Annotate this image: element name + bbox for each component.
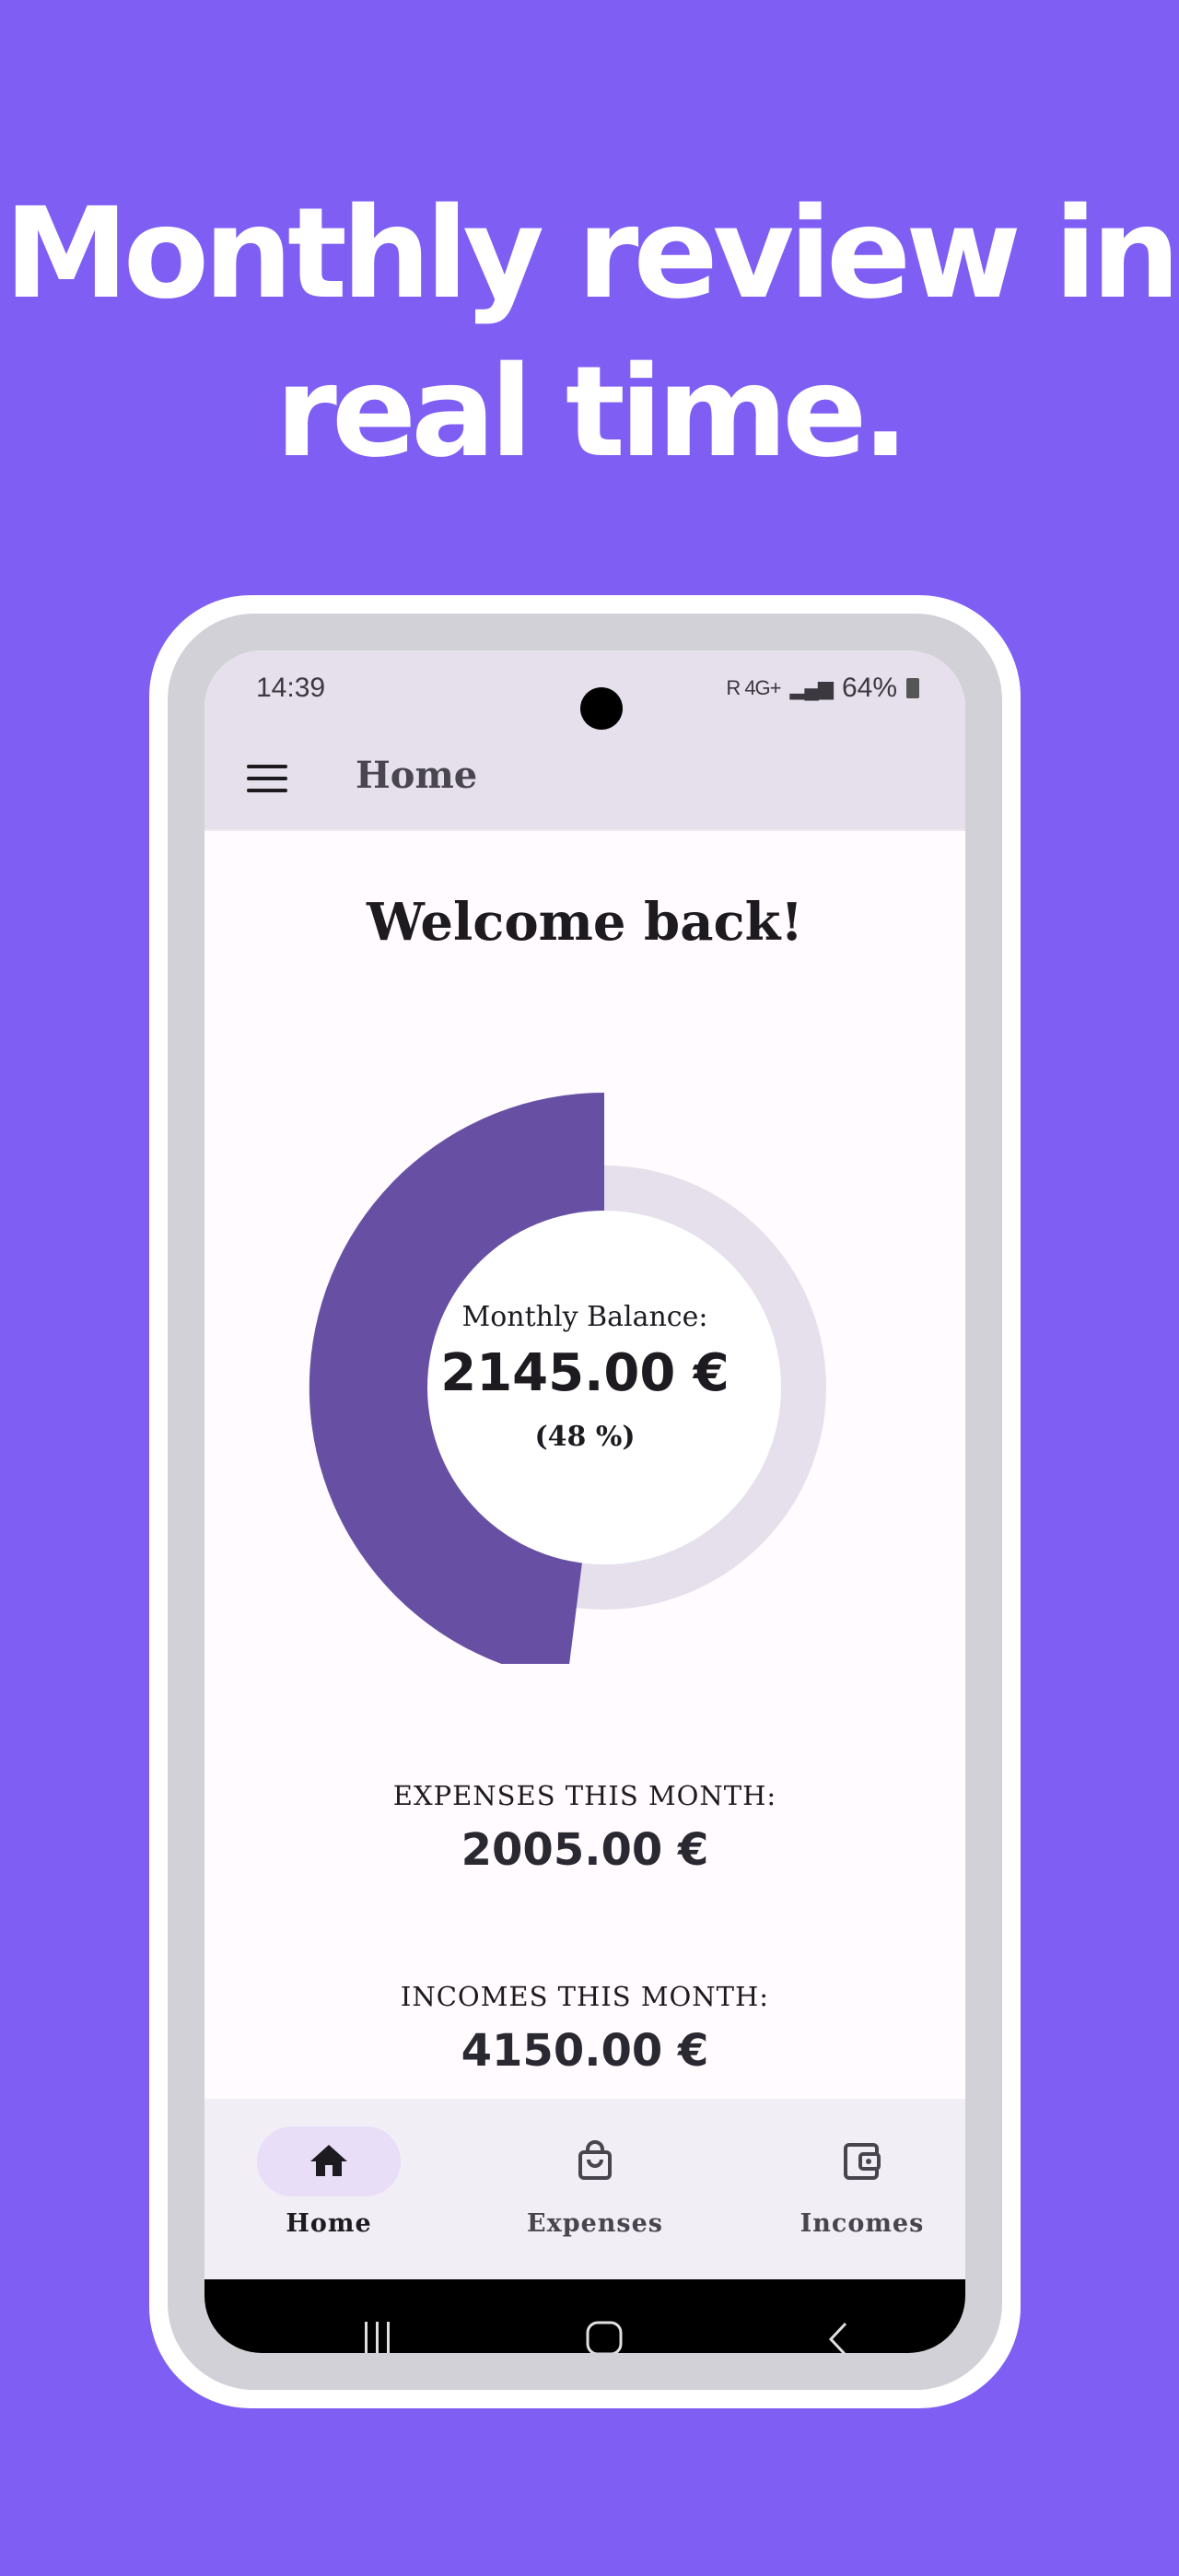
headline-line-1: Monthly review in [4, 181, 1179, 327]
headline-line-2: real time. [274, 340, 909, 486]
nav-label-incomes: Incomes [800, 2209, 925, 2238]
back-icon[interactable] [828, 2322, 847, 2353]
recents-icon[interactable] [365, 2322, 390, 2353]
monthly-balance-percent: (48 %) [534, 1421, 636, 1453]
wallet-icon [844, 2143, 881, 2180]
nav-label-expenses: Expenses [527, 2209, 663, 2238]
system-navigation-bar [204, 2279, 965, 2353]
monthly-balance-value: 2145.00 € [440, 1343, 730, 1403]
home-icon [310, 2145, 347, 2176]
promo-headline: Monthly review in real time. [0, 175, 1179, 492]
nav-item-incomes[interactable]: Incomes [729, 2099, 965, 2279]
expenses-label: EXPENSES THIS MONTH: [392, 1780, 777, 1811]
incomes-label: INCOMES THIS MONTH: [400, 1981, 770, 2012]
phone-frame: 14:39 R 4G+ ▂▄▆ 64% Home Welcome back! M… [149, 595, 1021, 2408]
phone-bezel: 14:39 R 4G+ ▂▄▆ 64% Home Welcome back! M… [168, 614, 1002, 2390]
home-circle-icon[interactable] [586, 2321, 623, 2353]
balance-donut-chart [309, 1093, 826, 1664]
phone-screen: 14:39 R 4G+ ▂▄▆ 64% Home Welcome back! M… [204, 650, 965, 2353]
nav-item-expenses[interactable]: Expenses [461, 2099, 729, 2279]
bottom-navigation: Home Expenses Incomes [204, 2099, 965, 2279]
incomes-value: 4150.00 € [461, 2025, 709, 2077]
nav-label-home: Home [286, 2209, 372, 2238]
expenses-value: 2005.00 € [461, 1824, 709, 1876]
shopping-bag-icon [578, 2140, 612, 2180]
monthly-balance-label: Monthly Balance: [461, 1301, 708, 1333]
nav-item-home[interactable]: Home [204, 2099, 462, 2279]
system-nav-buttons [365, 2321, 847, 2353]
